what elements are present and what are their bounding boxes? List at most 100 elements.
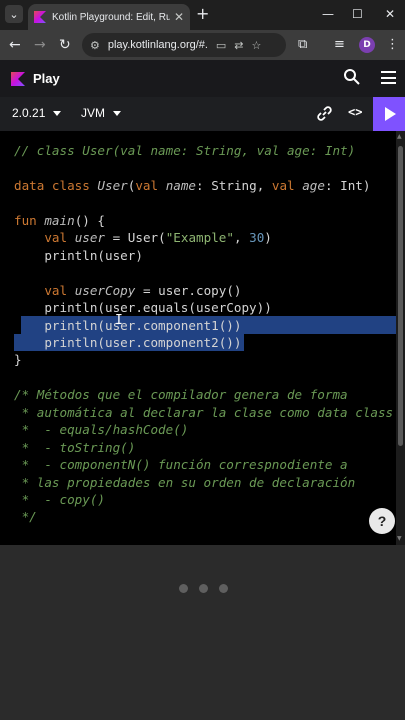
code-line: val userCopy = user.copy() (14, 282, 242, 299)
code-token: * - toString() (14, 439, 136, 455)
output-area (0, 545, 405, 720)
scroll-down-icon[interactable]: ▼ (397, 535, 402, 542)
code-token: * las propiedades en su orden de declara… (14, 474, 356, 490)
code-token: println(user.component1()) (14, 317, 242, 333)
tab-title: Kotlin Playground: Edit, Run, Sh (52, 11, 170, 23)
avatar[interactable]: D (359, 37, 375, 53)
loading-dot (219, 584, 228, 593)
site-info-icon[interactable]: ⚙ (90, 39, 100, 52)
translate-icon[interactable]: ⇄ (234, 39, 243, 52)
code-token: User (97, 177, 128, 193)
code-line: */ (14, 508, 37, 525)
code-token: ) (264, 230, 272, 246)
code-line: println(user.component1()) (14, 317, 241, 334)
code-line: println(user) (14, 247, 143, 264)
code-line: data class User(val name: String, val ag… (14, 177, 370, 194)
playground-header: Play (0, 60, 405, 97)
chevron-down-icon (53, 110, 62, 116)
target-value: JVM (81, 106, 105, 120)
code-token: = user.copy() (135, 282, 242, 298)
code-token: val (135, 177, 166, 193)
embed-code-icon[interactable]: <> (348, 105, 362, 119)
new-tab-icon[interactable]: + (196, 5, 209, 23)
browser-tab-strip: ⌄ Kotlin Playground: Edit, Run, Sh ✕ + —… (0, 0, 405, 30)
help-button[interactable]: ? (369, 508, 395, 534)
code-token: * automática al declarar la clase como d… (14, 404, 394, 420)
code-token: : Int) (324, 177, 371, 193)
code-line: fun main() { (14, 212, 105, 229)
code-token: "Example" (165, 230, 234, 246)
code-line: * - copy() (14, 491, 105, 508)
media-icon[interactable]: ≡ (334, 37, 345, 53)
code-token: * - componentN() función correspnodiente… (14, 457, 348, 473)
run-button[interactable] (373, 97, 405, 131)
scrollbar-thumb[interactable] (398, 146, 403, 446)
code-line: // class User(val name: String, val age:… (14, 142, 355, 159)
tab-search-icon[interactable]: ⌄ (5, 5, 23, 23)
code-token: 30 (249, 230, 265, 246)
code-line: val user = User("Example", 30) (14, 229, 272, 246)
text-cursor-icon: I (115, 313, 123, 328)
playground-title[interactable]: Play (33, 71, 60, 86)
code-token: val (44, 282, 75, 298)
back-icon[interactable]: ← (9, 35, 21, 55)
cast-icon[interactable]: ▭ (216, 39, 226, 52)
play-icon (385, 107, 396, 121)
browser-menu-icon[interactable]: ⋮ (386, 37, 399, 53)
code-token: println(user.component2()) (14, 334, 242, 350)
code-token: // class User(val name: String, val age:… (14, 143, 356, 158)
kotlin-logo-icon[interactable] (11, 72, 25, 86)
code-token: , (233, 230, 250, 246)
code-line: * - componentN() función correspnodiente… (14, 456, 348, 473)
code-token: main (44, 212, 75, 228)
extensions-icon[interactable]: ⧉ (298, 37, 307, 53)
code-token: : String, (196, 177, 272, 193)
reload-icon[interactable]: ↻ (59, 35, 71, 55)
hamburger-menu-icon[interactable] (381, 71, 396, 84)
code-token: println(user.equals(userCopy)) (14, 300, 272, 316)
code-line: println(user.component2()) (14, 334, 241, 351)
code-token: */ (14, 509, 37, 525)
code-token: () { (74, 212, 106, 228)
code-token: fun (14, 212, 45, 228)
scroll-up-icon[interactable]: ▲ (397, 133, 402, 140)
kotlin-favicon-icon (34, 11, 46, 23)
code-line: /* Métodos que el compilador genera de f… (14, 386, 348, 403)
code-token: name (165, 177, 197, 193)
loading-dot (179, 584, 188, 593)
chevron-down-icon (113, 110, 121, 116)
code-line: } (14, 351, 22, 368)
code-editor[interactable]: // class User(val name: String, val age:… (0, 131, 405, 545)
code-line: * automática al declarar la clase como d… (14, 404, 394, 421)
share-link-icon[interactable] (316, 105, 333, 122)
minimize-icon[interactable]: — (322, 5, 334, 23)
code-token: data class (14, 177, 98, 193)
code-token: } (14, 352, 22, 368)
code-token: * - copy() (14, 492, 105, 507)
address-bar[interactable]: ⚙ play.kotlinlang.org/#... ▭ ⇄ ☆ (82, 33, 286, 57)
version-value: 2.0.21 (12, 106, 46, 120)
code-line: * - toString() (14, 439, 136, 456)
tab-close-icon[interactable]: ✕ (174, 10, 184, 24)
browser-tab[interactable]: Kotlin Playground: Edit, Run, Sh ✕ (28, 4, 190, 30)
code-token: userCopy (74, 282, 136, 298)
loading-dot (199, 584, 208, 593)
code-token: = User( (105, 230, 166, 246)
code-token: user (74, 230, 106, 246)
code-line: * - equals/hashCode() (14, 421, 189, 438)
search-icon[interactable] (343, 68, 361, 86)
url-text: play.kotlinlang.org/#... (107, 39, 208, 51)
maximize-icon[interactable]: ☐ (352, 5, 363, 23)
code-token: val (44, 230, 75, 246)
code-token: * - equals/hashCode() (14, 422, 189, 438)
target-select[interactable]: JVM (81, 106, 121, 120)
playground-controls: 2.0.21 JVM <> (0, 97, 405, 131)
forward-icon[interactable]: → (34, 35, 46, 55)
bookmark-star-icon[interactable]: ☆ (252, 39, 262, 52)
code-line: * las propiedades en su orden de declara… (14, 474, 356, 491)
close-icon[interactable]: ✕ (385, 5, 395, 23)
code-token: age (302, 177, 325, 193)
version-select[interactable]: 2.0.21 (12, 106, 62, 120)
